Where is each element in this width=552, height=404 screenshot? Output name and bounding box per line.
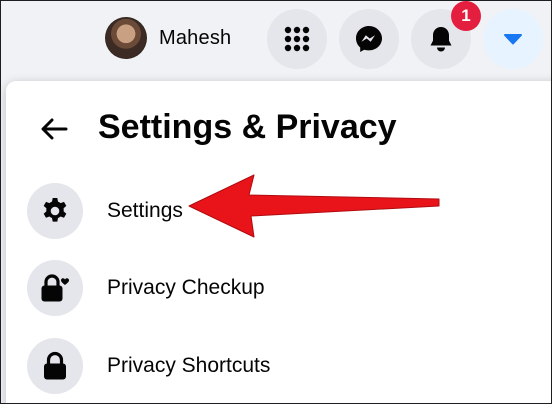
messenger-icon — [356, 26, 382, 52]
menu-grid-icon — [284, 26, 310, 52]
settings-privacy-panel: Settings & Privacy Settings Privacy Chec… — [6, 81, 551, 403]
icon-container — [27, 260, 83, 316]
account-menu-button[interactable] — [483, 9, 543, 69]
top-navigation-bar: Mahesh 1 — [1, 1, 551, 79]
arrow-left-icon — [41, 118, 68, 140]
lock-icon — [44, 351, 66, 380]
menu-button[interactable] — [267, 9, 327, 69]
screenshot-frame: Mahesh 1 Settings & Privacy Settings Pri… — [0, 0, 552, 404]
menu-item-label: Privacy Checkup — [107, 276, 265, 299]
menu-item-settings[interactable]: Settings — [20, 176, 540, 246]
messenger-button[interactable] — [339, 9, 399, 69]
menu-item-privacy-checkup[interactable]: Privacy Checkup — [20, 253, 540, 323]
panel-title: Settings & Privacy — [98, 108, 397, 146]
avatar — [105, 17, 147, 59]
profile-button[interactable]: Mahesh — [105, 15, 231, 61]
icon-container — [27, 183, 83, 239]
menu-item-label: Settings — [107, 199, 183, 222]
back-button[interactable] — [30, 105, 78, 153]
lock-heart-icon — [41, 274, 69, 302]
gear-icon — [43, 198, 67, 222]
icon-container — [27, 338, 83, 394]
profile-name: Mahesh — [159, 26, 232, 49]
bell-icon — [430, 27, 452, 52]
notification-badge: 1 — [451, 1, 481, 31]
menu-item-privacy-shortcuts[interactable]: Privacy Shortcuts — [20, 331, 540, 401]
caret-down-icon — [504, 34, 522, 45]
menu-item-label: Privacy Shortcuts — [107, 354, 271, 377]
